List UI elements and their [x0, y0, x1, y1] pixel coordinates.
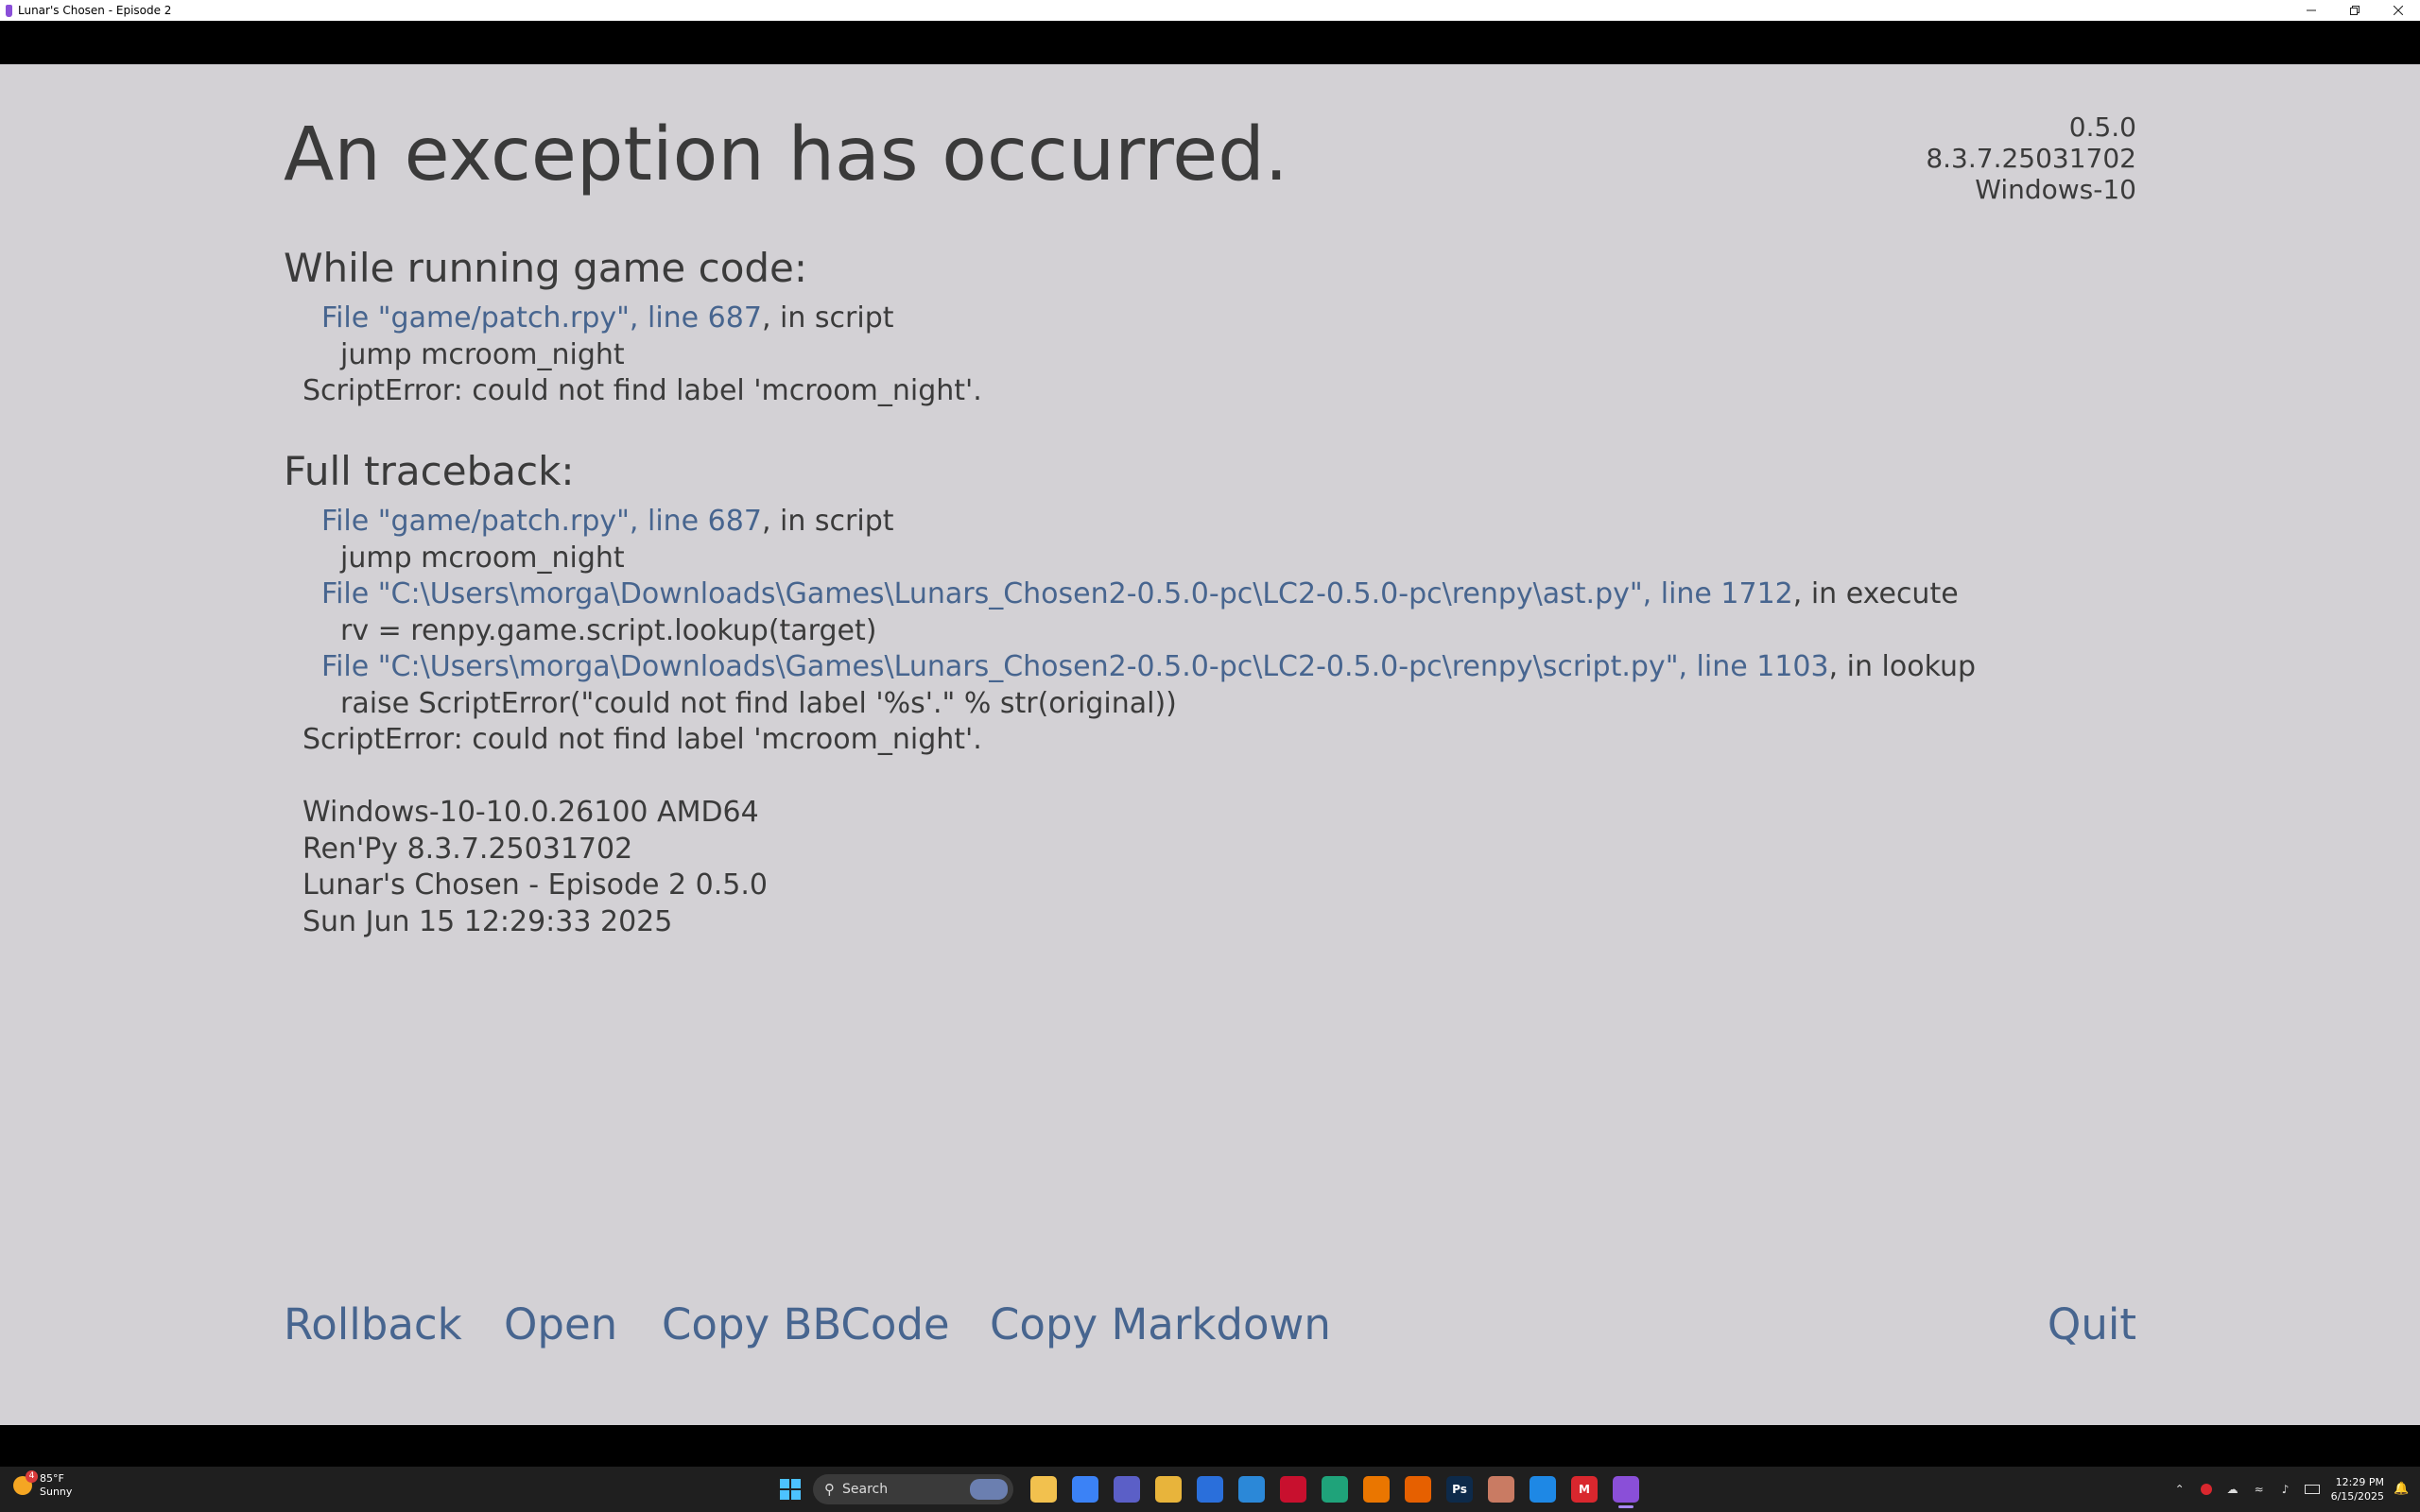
- short-traceback: File "game/patch.rpy", line 687, in scri…: [284, 301, 982, 410]
- renpy-version: 8.3.7.25031702: [1926, 143, 2136, 174]
- blender-icon[interactable]: [1363, 1476, 1390, 1503]
- taskbar-apps: ⚲ Search Ps M: [775, 1474, 1647, 1508]
- volume-icon[interactable]: ♪: [2278, 1483, 2293, 1496]
- clock-time: 12:29 PM: [2335, 1476, 2384, 1488]
- folder-icon[interactable]: [1155, 1476, 1182, 1503]
- minimize-button[interactable]: [2290, 0, 2333, 21]
- full-traceback: File "game/patch.rpy", line 687, in scri…: [284, 504, 1976, 940]
- search-placeholder: Search: [842, 1482, 889, 1497]
- mega-icon[interactable]: M: [1571, 1476, 1598, 1503]
- sun-icon: 4: [13, 1470, 38, 1495]
- clock-date: 6/15/2025: [2330, 1490, 2384, 1503]
- chevron-up-icon[interactable]: ⌃: [2172, 1483, 2187, 1496]
- traceback-message-line: ScriptError: could not find label 'mcroo…: [302, 723, 982, 756]
- traceback-file-link[interactable]: File "C:\Users\morga\Downloads\Games\Lun…: [321, 650, 1829, 683]
- app-icon: [6, 4, 12, 17]
- exception-heading: An exception has occurred.: [284, 112, 1288, 198]
- close-icon: [2394, 6, 2403, 15]
- windows-logo-icon: [780, 1479, 801, 1500]
- traceback-message-line: Lunar's Chosen - Episode 2 0.5.0: [302, 868, 768, 902]
- window-title: Lunar's Chosen - Episode 2: [18, 4, 172, 17]
- weather-badge: 4: [26, 1470, 38, 1483]
- traceback-location: , in lookup: [1828, 650, 1977, 683]
- battery-icon[interactable]: [2304, 1483, 2320, 1496]
- traceback-location: , in script: [761, 505, 894, 538]
- traceback-code-line: jump mcroom_night: [340, 541, 625, 575]
- traceback-message-line: Sun Jun 15 12:29:33 2025: [302, 904, 673, 938]
- onedrive-icon[interactable]: ☁: [2225, 1483, 2240, 1496]
- start-button[interactable]: [775, 1474, 805, 1504]
- open-button[interactable]: Open: [504, 1299, 617, 1349]
- photoshop-icon[interactable]: Ps: [1446, 1476, 1473, 1503]
- while-running-title: While running game code:: [284, 245, 808, 291]
- pen-app-icon[interactable]: [1238, 1476, 1265, 1503]
- weather-condition: Sunny: [40, 1486, 73, 1498]
- firefox-icon[interactable]: [1405, 1476, 1431, 1503]
- window-title-bar[interactable]: Lunar's Chosen - Episode 2: [0, 0, 2420, 21]
- taskbar: 4 85°F Sunny ⚲ Search Ps M ⌃ ☁ ≈ ♪ 12:29 …: [0, 1467, 2420, 1512]
- copy-bbcode-button[interactable]: Copy BBCode: [662, 1299, 950, 1349]
- window-controls: [2290, 0, 2420, 21]
- traceback-message-line: ScriptError: could not find label 'mcroo…: [302, 374, 982, 407]
- traceback-file-line: File "game/patch.rpy", line 687, in scri…: [284, 301, 982, 337]
- system-tray: ⌃ ☁ ≈ ♪ 12:29 PM 6/15/2025 🔔: [2167, 1467, 2420, 1512]
- restore-icon: [2350, 6, 2360, 15]
- character-app-icon[interactable]: [1488, 1476, 1514, 1503]
- restore-button[interactable]: [2333, 0, 2377, 21]
- platform-version: Windows-10: [1975, 174, 2136, 205]
- copilot-icon[interactable]: [1072, 1476, 1098, 1503]
- game-app-icon[interactable]: [1322, 1476, 1348, 1503]
- traceback-code-line: rv = renpy.game.script.lookup(target): [340, 613, 877, 647]
- weather-widget[interactable]: 4 85°F Sunny: [13, 1470, 73, 1499]
- copy-markdown-button[interactable]: Copy Markdown: [990, 1299, 1331, 1349]
- traceback-file-line: File "C:\Users\morga\Downloads\Games\Lun…: [284, 649, 1976, 686]
- action-bar: Rollback Open Copy BBCode Copy Markdown …: [284, 1299, 2136, 1356]
- game-version: 0.5.0: [2068, 112, 2136, 143]
- store-icon[interactable]: [1197, 1476, 1223, 1503]
- vscode-icon[interactable]: [1530, 1476, 1556, 1503]
- close-button[interactable]: [2377, 0, 2420, 21]
- rollback-button[interactable]: Rollback: [284, 1299, 462, 1349]
- traceback-file-line: File "C:\Users\morga\Downloads\Games\Lun…: [284, 576, 1976, 613]
- version-info: 0.5.0 8.3.7.25031702 Windows-10: [1926, 112, 2136, 205]
- mcafee-icon[interactable]: [1280, 1476, 1306, 1503]
- notification-bell-icon[interactable]: 🔔: [2394, 1482, 2409, 1497]
- traceback-message-line: Ren'Py 8.3.7.25031702: [302, 832, 633, 866]
- clock[interactable]: 12:29 PM 6/15/2025: [2331, 1475, 2384, 1503]
- full-traceback-title: Full traceback:: [284, 448, 575, 494]
- teams-icon[interactable]: [1114, 1476, 1140, 1503]
- traceback-location: , in execute: [1792, 577, 1959, 610]
- traceback-location: , in script: [761, 301, 894, 335]
- traceback-message-line: Windows-10-10.0.26100 AMD64: [302, 796, 759, 829]
- traceback-code-line: jump mcroom_night: [340, 337, 625, 371]
- traceback-file-link[interactable]: File "game/patch.rpy", line 687: [321, 301, 762, 335]
- search-highlight-icon: [970, 1479, 1008, 1500]
- traceback-spacer: [284, 759, 1976, 796]
- minimize-icon: [2307, 9, 2316, 11]
- traceback-file-link[interactable]: File "game/patch.rpy", line 687: [321, 505, 762, 538]
- weather-temp: 85°F: [40, 1472, 64, 1485]
- file-explorer-icon[interactable]: [1030, 1476, 1057, 1503]
- quit-button[interactable]: Quit: [2048, 1299, 2136, 1349]
- traceback-code-line: raise ScriptError("could not find label …: [340, 686, 1177, 720]
- wifi-icon[interactable]: ≈: [2252, 1483, 2267, 1496]
- traceback-file-link[interactable]: File "C:\Users\morga\Downloads\Games\Lun…: [321, 577, 1793, 610]
- search-icon: ⚲: [824, 1481, 835, 1498]
- lunars-chosen-icon[interactable]: [1613, 1476, 1639, 1508]
- mega-tray-icon[interactable]: [2199, 1483, 2214, 1496]
- exception-screen: An exception has occurred. 0.5.0 8.3.7.2…: [0, 64, 2420, 1425]
- traceback-file-line: File "game/patch.rpy", line 687, in scri…: [284, 504, 1976, 541]
- taskbar-search[interactable]: ⚲ Search: [813, 1474, 1013, 1504]
